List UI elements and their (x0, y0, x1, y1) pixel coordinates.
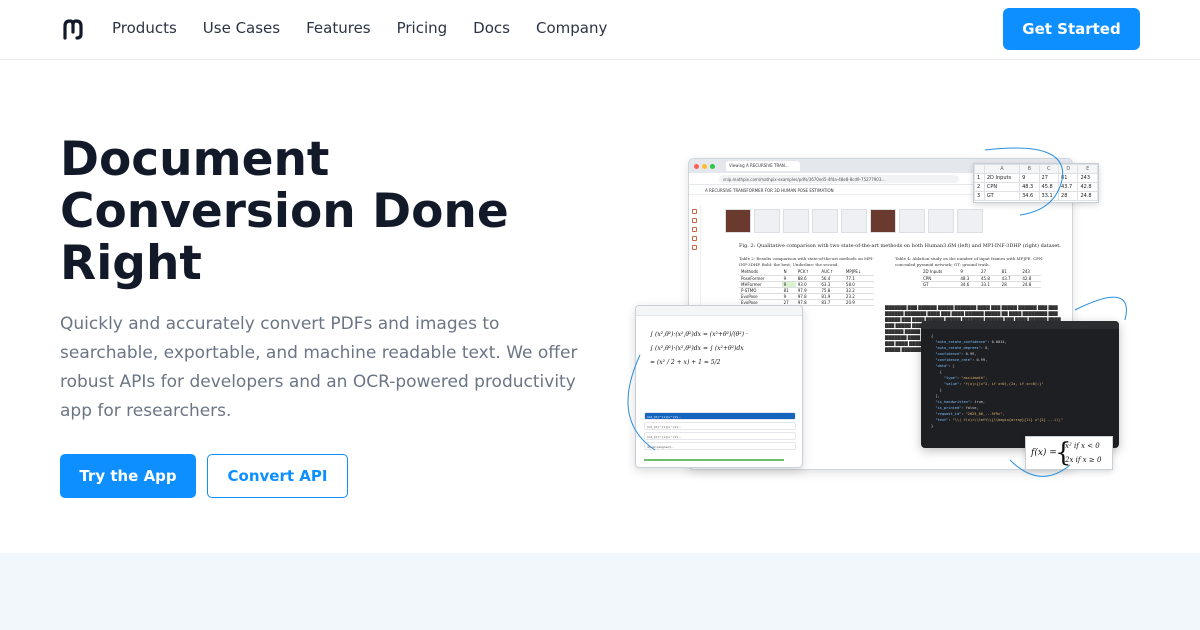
url-field: snip.mathpix.com/mathpix-examples/pdfs/3… (719, 174, 959, 183)
top-nav: Products Use Cases Features Pricing Docs… (0, 0, 1200, 60)
results-table: Methods N PCK↑ AUC↑ MPJPE↓ PoseFormer 9 88.6 56… (739, 269, 874, 306)
browser-tab: Viewing A RECURSIVE TRAN... (726, 161, 800, 171)
handwritten-formula-card: f(x) = { x² if x < 0 2x if x ≥ 0 (1025, 436, 1113, 470)
list-item[interactable]: \int_{0}^{x}(x^{2}... (644, 422, 796, 430)
hero-title: Document Conversion Done Right (60, 132, 509, 291)
formula-case-1: x² if x < 0 (1065, 442, 1100, 450)
figure-thumbnails (725, 209, 983, 233)
mathpix-logo-icon[interactable] (62, 18, 84, 40)
list-item[interactable]: \int_{0}^{x}(x^{2}... (644, 432, 796, 440)
list-item[interactable]: \begin{aligned}... (644, 442, 796, 450)
formula-case-2: 2x if x ≥ 0 (1065, 456, 1102, 464)
nav-docs[interactable]: Docs (473, 19, 510, 37)
table4-caption: Table 4: Ablation study on the number of… (895, 256, 1044, 267)
nav-products[interactable]: Products (112, 19, 177, 37)
spreadsheet-export: ABCDE 1 2D Inputs 9 27 81 243 2 CPN 48.3 45.8 43.… (973, 163, 1099, 203)
code-text: { "auto_rotate_confidence": 0.0014, "aut… (931, 334, 1063, 428)
list-item[interactable]: \int_{0}^{x}(x^{2}... (644, 412, 796, 420)
figure-caption: Fig. 2: Qualitative comparison with two … (739, 243, 1061, 249)
snip-toolbar (636, 306, 802, 316)
json-code-panel: { "auto_rotate_confidence": 0.0014, "aut… (921, 321, 1119, 448)
try-the-app-button[interactable]: Try the App (60, 454, 196, 498)
nav-use-cases[interactable]: Use Cases (203, 19, 280, 37)
table2-caption: Table 2: Results comparison with state-o… (739, 256, 874, 267)
nav-features[interactable]: Features (306, 19, 371, 37)
hero-subtitle: Quickly and accurately convert PDFs and … (60, 314, 578, 421)
progress-bar (644, 459, 784, 461)
ablation-table: 2D Inputs 9 27 81 243 CPN 48.3 45.8 43.7 42.8 GT… (921, 269, 1041, 288)
convert-api-button[interactable]: Convert API (207, 454, 348, 498)
math-preview: ∫ (x²,θ²)·(x²,θ²)dx = (x²+θ²)/(θ²) · ∫ (… (650, 331, 748, 366)
snip-result-list: \int_{0}^{x}(x^{2}... \int_{0}^{x}(x^{2}… (636, 410, 802, 452)
spreadsheet-table: ABCDE 1 2D Inputs 9 27 81 243 2 CPN 48.3 45.8 43.… (974, 164, 1098, 201)
formula-lhs: f(x) = (1031, 448, 1057, 458)
nav-company[interactable]: Company (536, 19, 607, 37)
get-started-button[interactable]: Get Started (1003, 8, 1140, 50)
nav-pricing[interactable]: Pricing (397, 19, 448, 37)
snip-app-screenshot: ∫ (x²,θ²)·(x²,θ²)dx = (x²+θ²)/(θ²) · ∫ (… (635, 305, 803, 468)
nav-links: Products Use Cases Features Pricing Docs… (112, 19, 607, 37)
features-band (0, 553, 1200, 630)
